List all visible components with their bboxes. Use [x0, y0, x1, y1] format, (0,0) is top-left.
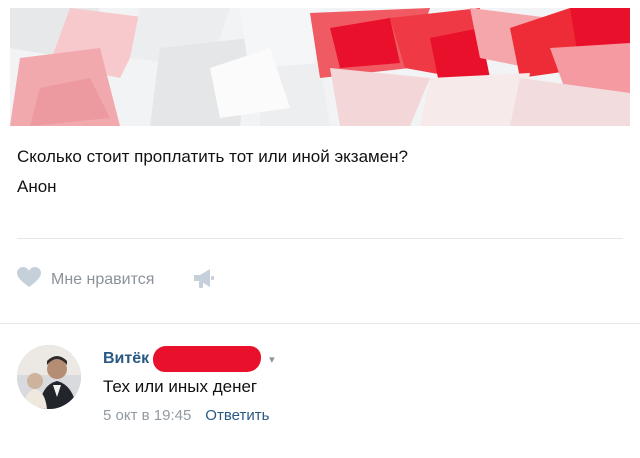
post-text-line: Сколько стоит проплатить тот или иной эк… [17, 147, 409, 166]
share-button[interactable] [192, 267, 216, 294]
post-signature: Анон [17, 177, 57, 196]
like-button[interactable]: Мне нравится [17, 267, 154, 293]
post-text: Сколько стоит проплатить тот или иной эк… [17, 142, 408, 202]
heart-icon [17, 267, 41, 293]
comment-date[interactable]: 5 окт в 19:45 [103, 407, 191, 424]
post-image[interactable] [10, 8, 630, 126]
post-divider [17, 238, 623, 239]
comment-body: Витёк ▾ Тех или иных денег 5 окт в 19:45… [103, 346, 275, 424]
comments-separator [0, 323, 640, 324]
like-label: Мне нравится [51, 271, 155, 288]
comment-author[interactable]: Витёк [103, 350, 149, 368]
comment-meta: 5 окт в 19:45 Ответить [103, 407, 275, 424]
chevron-down-icon[interactable]: ▾ [269, 353, 275, 366]
comment-text: Тех или иных денег [103, 377, 258, 396]
post-image-graphic [10, 8, 630, 126]
comment-author-line: Витёк ▾ [103, 346, 275, 372]
avatar[interactable] [17, 345, 81, 409]
redacted-name-mark [153, 346, 262, 372]
megaphone-icon [192, 267, 216, 294]
post-actions: Мне нравится [17, 262, 216, 298]
reply-link[interactable]: Ответить [205, 407, 269, 424]
